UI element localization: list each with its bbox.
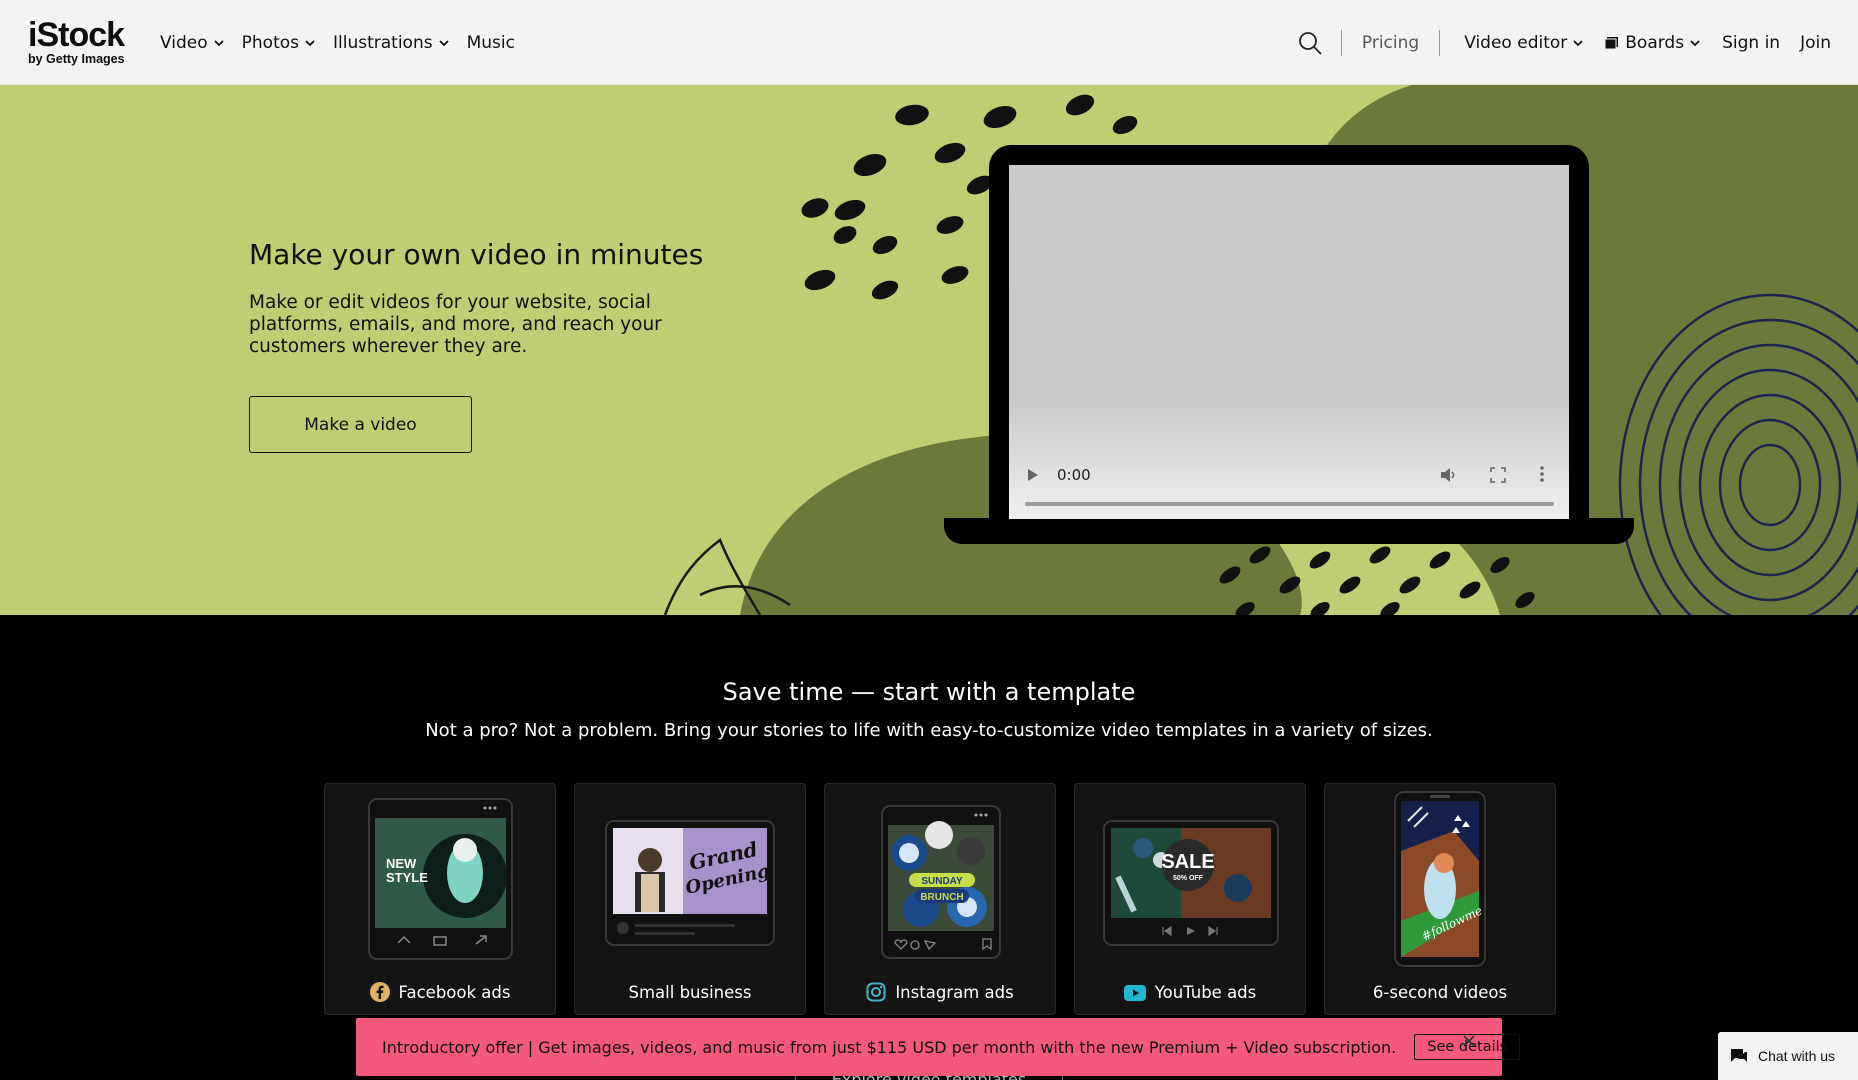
nav-boards-label: Boards (1625, 32, 1685, 53)
play-icon[interactable] (1027, 468, 1039, 482)
promo-text: Introductory offer | Get images, videos,… (382, 1037, 1397, 1057)
hero-description: Make or edit videos for your website, so… (249, 292, 662, 357)
svg-text:NEW: NEW (386, 856, 417, 871)
template-card-instagram-label: Instagram ads (825, 982, 1055, 1002)
nav-music-label: Music (466, 32, 515, 53)
facebook-icon (369, 982, 390, 1002)
search-icon[interactable] (1297, 30, 1323, 56)
template-card-facebook-label: Facebook ads (325, 982, 555, 1002)
chat-label: Chat with us (1758, 1048, 1836, 1064)
small-business-label: Small business (628, 983, 752, 1002)
hero-section: Make your own video in minutes Make or e… (0, 85, 1858, 615)
templates-subtitle: Not a pro? Not a problem. Bring your sto… (425, 720, 1433, 741)
chevron-down-icon (214, 39, 224, 46)
site-header: iStock by Getty Images Video Photos Illu… (0, 0, 1858, 85)
istock-logo[interactable]: iStock by Getty Images (28, 18, 138, 68)
svg-text:BRUNCH: BRUNCH (920, 892, 963, 903)
youtube-ads-label: YouTube ads (1154, 983, 1257, 1002)
nav-illustrations[interactable]: Illustrations (333, 33, 449, 53)
primary-nav: Video Photos Illustrations Music (160, 0, 515, 85)
make-video-button[interactable]: Make a video (249, 396, 472, 453)
sign-in-link[interactable]: Sign in (1722, 33, 1780, 53)
instagram-ad-thumbnail: SUNDAY BRUNCH (881, 805, 1001, 959)
instagram-icon (866, 982, 886, 1002)
facebook-ads-label: Facebook ads (398, 982, 511, 1002)
chevron-down-icon (1690, 39, 1700, 46)
nav-video-editor[interactable]: Video editor (1464, 33, 1583, 53)
video-time: 0:00 (1057, 466, 1091, 484)
close-icon[interactable] (1462, 1034, 1476, 1048)
templates-title: Save time — start with a template (722, 678, 1136, 706)
secondary-nav: Pricing Video editor Boards Sign in Join (1297, 0, 1831, 85)
chevron-down-icon (1573, 39, 1583, 46)
fullscreen-icon[interactable] (1490, 467, 1506, 483)
chat-widget[interactable]: Chat with us (1718, 1032, 1858, 1080)
template-card-instagram[interactable]: SUNDAY BRUNCH Instagram ads (824, 783, 1056, 1015)
pricing-link[interactable]: Pricing (1362, 33, 1419, 53)
youtube-icon (1123, 984, 1146, 1001)
nav-photos[interactable]: Photos (242, 33, 315, 53)
nav-illustrations-label: Illustrations (333, 32, 433, 53)
youtube-ad-thumbnail: SALE 50% OFF (1103, 820, 1279, 946)
template-card-facebook[interactable]: NEW STYLE Facebook ads (324, 783, 556, 1015)
instagram-ads-label: Instagram ads (895, 982, 1014, 1002)
video-progress-bar[interactable] (1025, 502, 1554, 506)
promo-banner: Introductory offer | Get images, videos,… (356, 1018, 1521, 1076)
chevron-down-icon (305, 39, 315, 46)
logo-wordmark: iStock (28, 16, 125, 54)
template-card-youtube-label: YouTube ads (1075, 983, 1305, 1002)
template-cards: NEW STYLE Facebook ads Grand Opening Sma… (324, 783, 1556, 1015)
nav-video-editor-label: Video editor (1464, 32, 1568, 53)
template-card-small-business-label: Small business (575, 983, 805, 1002)
more-options-icon[interactable] (1540, 465, 1544, 483)
join-link[interactable]: Join (1800, 33, 1831, 53)
facebook-ad-thumbnail: NEW STYLE (368, 798, 513, 960)
svg-text:SALE: SALE (1161, 851, 1214, 873)
chat-bubble-icon (1731, 1049, 1747, 1062)
nav-divider (1439, 29, 1441, 56)
six-second-videos-label: 6-second videos (1372, 983, 1508, 1002)
six-second-video-thumbnail: #followme (1394, 791, 1486, 967)
nav-photos-label: Photos (241, 32, 299, 53)
logo-subtitle: by Getty Images (28, 52, 125, 66)
nav-video[interactable]: Video (160, 33, 224, 53)
template-card-six-second-label: 6-second videos (1325, 983, 1555, 1002)
volume-icon[interactable] (1439, 466, 1457, 484)
hero-title: Make your own video in minutes (249, 238, 704, 271)
nav-music[interactable]: Music (467, 33, 515, 53)
nav-divider (1340, 29, 1342, 56)
small-business-thumbnail: Grand Opening (605, 820, 775, 946)
chevron-down-icon (438, 39, 449, 46)
laptop-base (944, 518, 1634, 544)
video-player[interactable]: 0:00 (1009, 165, 1569, 519)
template-card-six-second[interactable]: #followme 6-second videos (1324, 783, 1556, 1015)
template-card-youtube[interactable]: SALE 50% OFF YouTube ads (1074, 783, 1306, 1015)
template-card-small-business[interactable]: Grand Opening Small business (574, 783, 806, 1015)
svg-text:SUNDAY: SUNDAY (921, 876, 963, 887)
boards-icon (1605, 36, 1619, 49)
svg-text:STYLE: STYLE (386, 870, 428, 885)
nav-video-label: Video (160, 32, 208, 53)
svg-text:50% OFF: 50% OFF (1173, 875, 1204, 882)
nav-boards[interactable]: Boards (1605, 33, 1700, 53)
